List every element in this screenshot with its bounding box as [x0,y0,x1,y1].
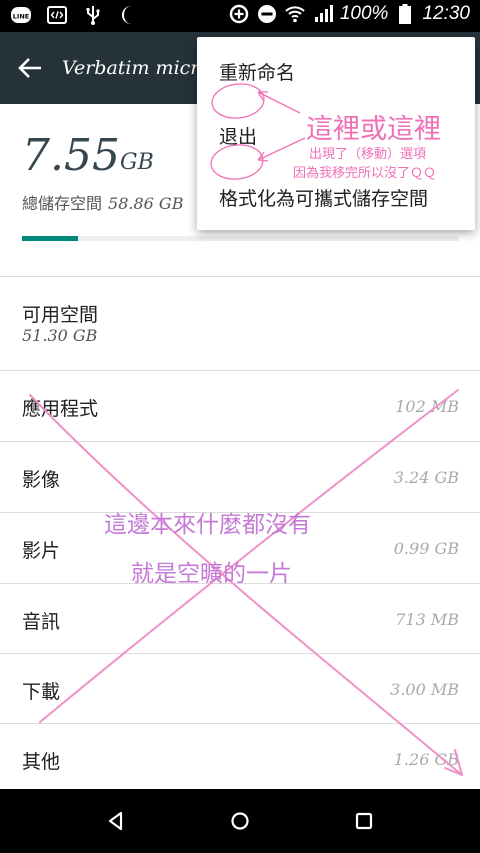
storage-usage-bar [22,236,459,241]
back-triangle-icon[interactable] [104,809,128,833]
status-bar-left-icons: LINE [10,4,140,26]
free-space-label: 可用空間 [22,304,99,326]
status-bar-right: 100% 12:30 [228,3,470,25]
clock: 12:30 [422,3,470,24]
category-row-audio[interactable]: 音訊 713 MB [0,584,480,654]
back-arrow-icon[interactable] [16,54,44,82]
menu-item-rename[interactable]: 重新命名 [219,58,295,85]
category-row-other[interactable]: 其他 1.26 GB [0,724,480,794]
svg-text:LINE: LINE [13,13,29,21]
status-bar: LINE 100% 12:30 [0,0,480,32]
category-row-images[interactable]: 影像 3.24 GB [0,442,480,512]
data-saver-icon [228,3,250,25]
line-icon: LINE [10,4,32,26]
recents-square-icon[interactable] [352,809,376,833]
storage-usage-fill [22,236,78,241]
category-label: 應用程式 [22,398,99,420]
category-label: 影像 [22,469,61,491]
category-size: 102 MB [395,397,459,416]
used-space-unit: GB [120,150,154,175]
category-label: 音訊 [22,611,61,633]
category-row-apps[interactable]: 應用程式 102 MB [0,371,480,441]
page-title: Verbatim micro SD [62,57,212,79]
total-storage: 總儲存空間 58.86 GB [22,190,183,214]
category-row-videos[interactable]: 影片 0.99 GB [0,513,480,583]
do-not-disturb-icon [256,3,278,25]
category-size: 0.99 GB [393,539,459,558]
usb-icon [82,4,104,26]
category-row-downloads[interactable]: 下載 3.00 MB [0,654,480,724]
moon-icon [118,4,140,26]
category-size: 3.24 GB [393,468,459,487]
free-space-value: 51.30 GB [22,326,98,345]
navigation-bar [0,789,480,853]
wifi-icon [284,3,306,25]
category-label: 下載 [22,681,61,703]
overflow-menu: 重新命名 退出 格式化為可攜式儲存空間 [197,37,475,230]
battery-icon [394,3,416,25]
total-storage-value: 58.86 GB [108,194,184,213]
category-size: 713 MB [395,610,459,629]
category-size: 3.00 MB [390,680,459,699]
category-label: 其他 [22,751,61,773]
free-space-row: 可用空間 51.30 GB [0,276,480,370]
total-storage-label: 總儲存空間 [22,194,103,213]
code-icon [46,4,68,26]
used-space-value: 7.55 [22,130,120,181]
menu-item-format-portable[interactable]: 格式化為可攜式儲存空間 [219,184,428,211]
home-circle-icon[interactable] [228,809,252,833]
signal-icon [312,3,334,25]
battery-percentage: 100% [339,3,389,24]
category-label: 影片 [22,540,61,562]
menu-item-eject[interactable]: 退出 [219,122,257,149]
category-size: 1.26 GB [393,750,459,769]
